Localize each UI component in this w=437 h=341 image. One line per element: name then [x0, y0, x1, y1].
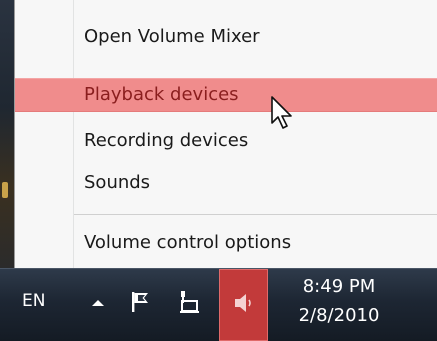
menu-item-label: Playback devices: [84, 84, 239, 105]
clock-time: 8:49 PM: [302, 276, 376, 297]
menu-item-volume-control-options[interactable]: Volume control options: [15, 226, 437, 260]
menu-item-label: Volume control options: [84, 232, 292, 253]
desktop-icon-fragment: [2, 182, 8, 198]
taskbar-clock[interactable]: 8:49 PM 2/8/2010: [284, 273, 394, 331]
desktop-background: [0, 0, 14, 268]
menu-item-label: Sounds: [84, 172, 151, 193]
action-center-flag-icon[interactable]: [128, 289, 154, 315]
menu-item-open-volume-mixer[interactable]: Open Volume Mixer: [15, 20, 437, 54]
taskbar: EN 8:49 PM 2/8/2010: [0, 268, 437, 341]
menu-item-label: Recording devices: [84, 130, 249, 151]
clock-date: 2/8/2010: [298, 305, 380, 326]
volume-context-menu: Open Volume Mixer Playback devices Recor…: [14, 0, 437, 270]
speaker-volume-icon: [235, 294, 251, 312]
menu-separator: [74, 214, 437, 215]
menu-item-label: Open Volume Mixer: [84, 26, 260, 47]
network-icon[interactable]: [176, 289, 202, 315]
volume-tray-button[interactable]: [219, 269, 268, 341]
menu-item-playback-devices[interactable]: Playback devices: [15, 78, 437, 112]
input-language-indicator[interactable]: EN: [22, 291, 45, 311]
menu-item-sounds[interactable]: Sounds: [15, 166, 437, 200]
show-hidden-icons-arrow-icon[interactable]: [88, 293, 108, 313]
menu-item-recording-devices[interactable]: Recording devices: [15, 124, 437, 158]
